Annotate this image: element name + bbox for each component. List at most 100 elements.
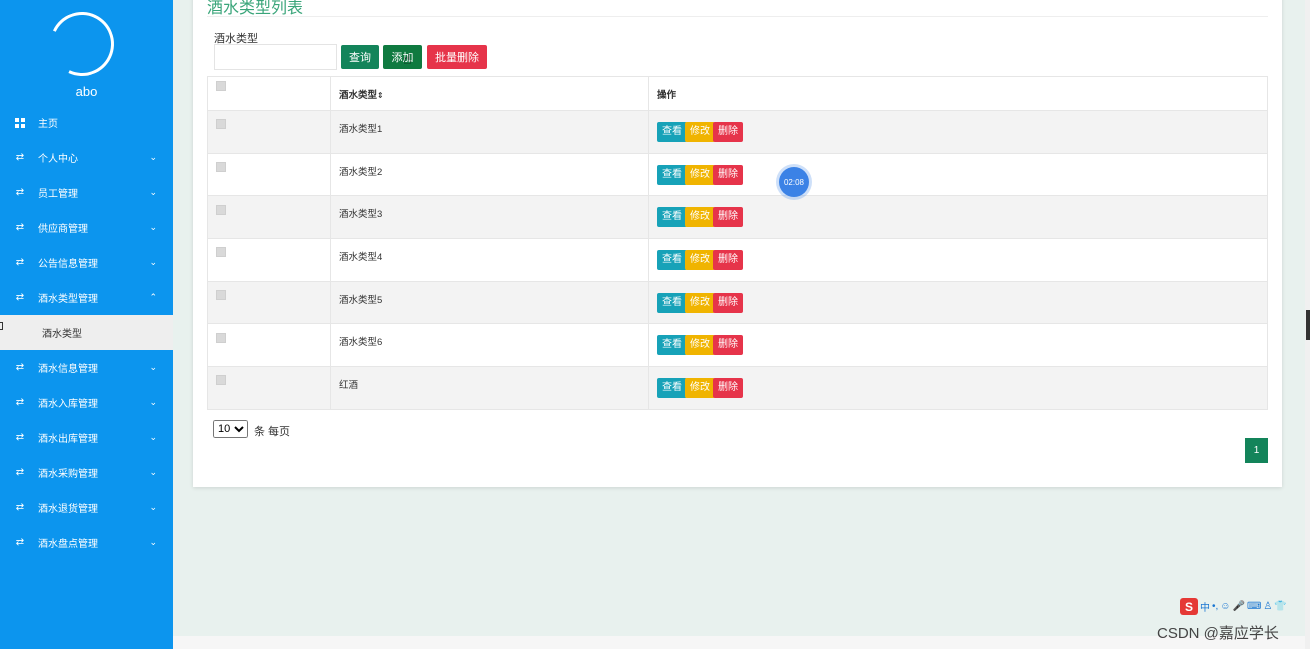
view-button[interactable]: 查看 bbox=[657, 164, 687, 185]
menu-icon: ⇄ bbox=[15, 432, 25, 443]
edit-button[interactable]: 修改 bbox=[685, 249, 715, 270]
sidebar-item-drink-return[interactable]: ⇄ 酒水退货管理 ⌄ bbox=[0, 490, 173, 525]
sidebar-item-personal[interactable]: ⇄ 个人中心 ⌄ bbox=[0, 140, 173, 175]
row-name: 酒水类型3 bbox=[339, 209, 383, 221]
row-checkbox-cell bbox=[207, 195, 331, 240]
timer-badge: 02:08 bbox=[779, 167, 809, 197]
chevron-down-icon: ⌄ bbox=[149, 502, 157, 512]
sidebar-item-label: 酒水信息管理 bbox=[38, 364, 98, 375]
view-button[interactable]: 查看 bbox=[657, 249, 687, 270]
search-input[interactable] bbox=[214, 44, 337, 70]
divider bbox=[207, 16, 1268, 17]
view-button[interactable]: 查看 bbox=[657, 335, 687, 356]
scrollbar-thumb[interactable] bbox=[1306, 310, 1310, 340]
row-name-cell: 酒水类型5 bbox=[330, 280, 649, 325]
menu-icon: ⇄ bbox=[15, 502, 25, 513]
row-name-cell: 酒水类型1 bbox=[330, 110, 649, 154]
query-button[interactable]: 查询 bbox=[341, 45, 379, 69]
header-actions-cell: 操作 bbox=[648, 76, 1268, 111]
delete-button[interactable]: 删除 bbox=[713, 164, 743, 185]
delete-button[interactable]: 删除 bbox=[713, 377, 743, 398]
row-name-cell: 红酒 bbox=[330, 366, 649, 410]
menu-icon: ⇄ bbox=[15, 467, 25, 478]
shirt-icon[interactable]: 👕 bbox=[1274, 601, 1286, 612]
edit-button[interactable]: 修改 bbox=[685, 121, 715, 142]
row-checkbox[interactable] bbox=[216, 204, 226, 215]
sidebar-item-label: 个人中心 bbox=[38, 154, 78, 165]
user-icon[interactable]: ♙ bbox=[1263, 601, 1272, 612]
ime-lang-label[interactable]: 中 bbox=[1200, 599, 1210, 614]
row-name: 酒水类型6 bbox=[339, 337, 383, 349]
sidebar-item-label: 酒水盘点管理 bbox=[38, 539, 98, 550]
edit-button[interactable]: 修改 bbox=[685, 164, 715, 185]
select-all-checkbox[interactable] bbox=[216, 81, 226, 91]
content-card: 酒水类型列表 酒水类型 查询 添加 批量删除 ☝ 酒水类型⇕ 操作 酒水类型1 查… bbox=[193, 0, 1282, 487]
sidebar-item-supplier[interactable]: ⇄ 供应商管理 ⌄ bbox=[0, 210, 173, 245]
row-checkbox[interactable] bbox=[216, 247, 226, 258]
row-checkbox[interactable] bbox=[216, 119, 226, 130]
column-header: 酒水类型 bbox=[339, 89, 378, 101]
sidebar-item-home[interactable]: 主页 bbox=[0, 105, 173, 140]
sidebar-item-drink-inventory[interactable]: ⇄ 酒水盘点管理 ⌄ bbox=[0, 525, 173, 560]
delete-button[interactable]: 删除 bbox=[713, 292, 743, 313]
sidebar-item-label: 员工管理 bbox=[38, 189, 78, 200]
sidebar-item-drink-info[interactable]: ⇄ 酒水信息管理 ⌄ bbox=[0, 350, 173, 385]
avatar[interactable] bbox=[40, 2, 124, 86]
menu-icon: ⇄ bbox=[15, 537, 25, 548]
emoji-icon[interactable]: ☺ bbox=[1220, 601, 1230, 612]
menu-icon: ⇄ bbox=[15, 397, 25, 408]
chevron-down-icon: ⌄ bbox=[149, 222, 157, 232]
batch-delete-button[interactable]: 批量删除 bbox=[427, 45, 487, 69]
sidebar-item-label: 公告信息管理 bbox=[38, 259, 98, 270]
table-header-row: 酒水类型⇕ 操作 bbox=[207, 76, 1268, 111]
sidebar-item-drink-purchase[interactable]: ⇄ 酒水采购管理 ⌄ bbox=[0, 455, 173, 490]
view-button[interactable]: 查看 bbox=[657, 377, 687, 398]
sort-icon[interactable]: ⇕ bbox=[377, 91, 384, 100]
row-name-cell: 酒水类型4 bbox=[330, 238, 649, 282]
menu-icon: ⇄ bbox=[15, 362, 25, 373]
keyboard-icon[interactable]: ⌨ bbox=[1247, 601, 1261, 612]
sidebar-item-drink-in[interactable]: ⇄ 酒水入库管理 ⌄ bbox=[0, 385, 173, 420]
sidebar-item-label: 酒水出库管理 bbox=[38, 434, 98, 445]
delete-button[interactable]: 删除 bbox=[713, 249, 743, 270]
edit-button[interactable]: 修改 bbox=[685, 377, 715, 398]
row-actions-cell: 查看 修改 删除 bbox=[648, 152, 1268, 197]
username: abo bbox=[75, 84, 98, 99]
row-checkbox[interactable] bbox=[216, 375, 226, 386]
header-name-cell[interactable]: 酒水类型⇕ bbox=[330, 76, 649, 111]
sidebar-subitem-drink-type[interactable]: 酒水类型 bbox=[0, 315, 173, 350]
menu-icon: ⇄ bbox=[15, 187, 25, 198]
row-name-cell: 酒水类型3 bbox=[330, 195, 649, 240]
page-size-select[interactable]: 102050 bbox=[213, 420, 248, 438]
sidebar-item-drink-out[interactable]: ⇄ 酒水出库管理 ⌄ bbox=[0, 420, 173, 455]
sidebar-item-staff[interactable]: ⇄ 员工管理 ⌄ bbox=[0, 175, 173, 210]
table-row: 酒水类型1 查看 修改 删除 bbox=[207, 110, 1268, 154]
edit-button[interactable]: 修改 bbox=[685, 292, 715, 313]
microphone-icon[interactable]: 🎤 bbox=[1233, 601, 1245, 612]
row-checkbox-cell bbox=[207, 110, 331, 154]
sidebar-item-drink-type[interactable]: ⇄ 酒水类型管理 ⌃ bbox=[0, 280, 173, 315]
delete-button[interactable]: 删除 bbox=[713, 335, 743, 356]
edit-button[interactable]: 修改 bbox=[685, 207, 715, 228]
row-name: 酒水类型4 bbox=[339, 251, 383, 263]
dashboard-icon bbox=[14, 117, 26, 129]
punctuation-icon[interactable]: •, bbox=[1212, 601, 1218, 612]
row-name-cell: 酒水类型2 bbox=[330, 152, 649, 197]
ime-logo-icon[interactable]: S bbox=[1180, 598, 1198, 615]
row-checkbox[interactable] bbox=[216, 332, 226, 343]
chevron-down-icon: ⌄ bbox=[149, 152, 157, 162]
row-checkbox[interactable] bbox=[216, 290, 226, 301]
row-checkbox[interactable] bbox=[216, 162, 226, 173]
sidebar-item-notice[interactable]: ⇄ 公告信息管理 ⌄ bbox=[0, 245, 173, 280]
view-button[interactable]: 查看 bbox=[657, 292, 687, 313]
edit-button[interactable]: 修改 bbox=[685, 335, 715, 356]
view-button[interactable]: 查看 bbox=[657, 207, 687, 228]
sidebar-subitem-label: 酒水类型 bbox=[42, 329, 82, 340]
sidebar-item-label: 酒水入库管理 bbox=[38, 399, 98, 410]
per-page-label: 条 每页 bbox=[254, 426, 291, 438]
view-button[interactable]: 查看 bbox=[657, 121, 687, 142]
table-row: 酒水类型6 查看 修改 删除 bbox=[207, 323, 1268, 368]
delete-button[interactable]: 删除 bbox=[713, 121, 743, 142]
delete-button[interactable]: 删除 bbox=[713, 207, 743, 228]
page-button-1[interactable]: 1 bbox=[1245, 438, 1268, 463]
